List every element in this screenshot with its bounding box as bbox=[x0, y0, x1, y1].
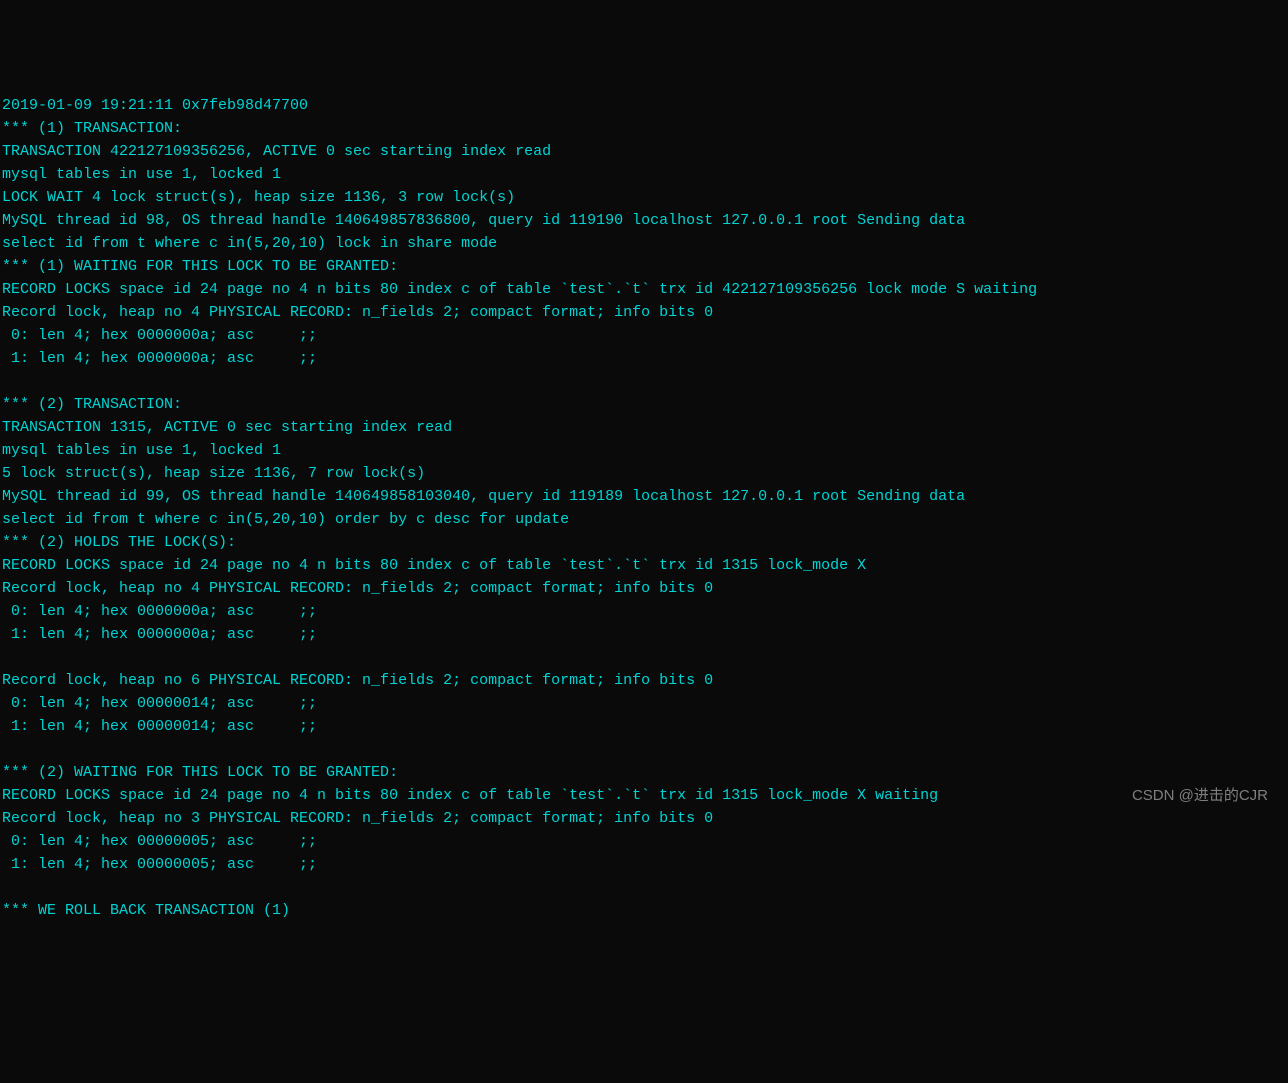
terminal-line bbox=[2, 370, 1286, 393]
terminal-line bbox=[2, 876, 1286, 899]
terminal-line: 0: len 4; hex 00000014; asc ;; bbox=[2, 692, 1286, 715]
terminal-line: 0: len 4; hex 00000005; asc ;; bbox=[2, 830, 1286, 853]
terminal-line: mysql tables in use 1, locked 1 bbox=[2, 163, 1286, 186]
terminal-line: Record lock, heap no 6 PHYSICAL RECORD: … bbox=[2, 669, 1286, 692]
terminal-line: select id from t where c in(5,20,10) ord… bbox=[2, 508, 1286, 531]
terminal-line: MySQL thread id 98, OS thread handle 140… bbox=[2, 209, 1286, 232]
terminal-line: *** (2) HOLDS THE LOCK(S): bbox=[2, 531, 1286, 554]
terminal-line: 1: len 4; hex 00000005; asc ;; bbox=[2, 853, 1286, 876]
terminal-line: 0: len 4; hex 0000000a; asc ;; bbox=[2, 600, 1286, 623]
terminal-line bbox=[2, 738, 1286, 761]
terminal-line: RECORD LOCKS space id 24 page no 4 n bit… bbox=[2, 784, 1286, 807]
terminal-line: 1: len 4; hex 00000014; asc ;; bbox=[2, 715, 1286, 738]
terminal-line: *** (2) TRANSACTION: bbox=[2, 393, 1286, 416]
terminal-line: *** (1) WAITING FOR THIS LOCK TO BE GRAN… bbox=[2, 255, 1286, 278]
terminal-line: *** (2) WAITING FOR THIS LOCK TO BE GRAN… bbox=[2, 761, 1286, 784]
terminal-line: MySQL thread id 99, OS thread handle 140… bbox=[2, 485, 1286, 508]
terminal-output: 2019-01-09 19:21:11 0x7feb98d47700*** (1… bbox=[2, 94, 1286, 922]
terminal-line: select id from t where c in(5,20,10) loc… bbox=[2, 232, 1286, 255]
terminal-line: LOCK WAIT 4 lock struct(s), heap size 11… bbox=[2, 186, 1286, 209]
terminal-line bbox=[2, 646, 1286, 669]
terminal-line: 0: len 4; hex 0000000a; asc ;; bbox=[2, 324, 1286, 347]
terminal-line: 2019-01-09 19:21:11 0x7feb98d47700 bbox=[2, 94, 1286, 117]
terminal-line: RECORD LOCKS space id 24 page no 4 n bit… bbox=[2, 278, 1286, 301]
terminal-line: Record lock, heap no 4 PHYSICAL RECORD: … bbox=[2, 577, 1286, 600]
terminal-line: Record lock, heap no 4 PHYSICAL RECORD: … bbox=[2, 301, 1286, 324]
terminal-line: TRANSACTION 1315, ACTIVE 0 sec starting … bbox=[2, 416, 1286, 439]
terminal-line: 5 lock struct(s), heap size 1136, 7 row … bbox=[2, 462, 1286, 485]
terminal-line: RECORD LOCKS space id 24 page no 4 n bit… bbox=[2, 554, 1286, 577]
terminal-line: *** (1) TRANSACTION: bbox=[2, 117, 1286, 140]
terminal-line: TRANSACTION 422127109356256, ACTIVE 0 se… bbox=[2, 140, 1286, 163]
terminal-line: 1: len 4; hex 0000000a; asc ;; bbox=[2, 623, 1286, 646]
terminal-line: mysql tables in use 1, locked 1 bbox=[2, 439, 1286, 462]
watermark-label: CSDN @进击的CJR bbox=[1132, 784, 1268, 807]
terminal-line: *** WE ROLL BACK TRANSACTION (1) bbox=[2, 899, 1286, 922]
terminal-line: Record lock, heap no 3 PHYSICAL RECORD: … bbox=[2, 807, 1286, 830]
terminal-line: 1: len 4; hex 0000000a; asc ;; bbox=[2, 347, 1286, 370]
